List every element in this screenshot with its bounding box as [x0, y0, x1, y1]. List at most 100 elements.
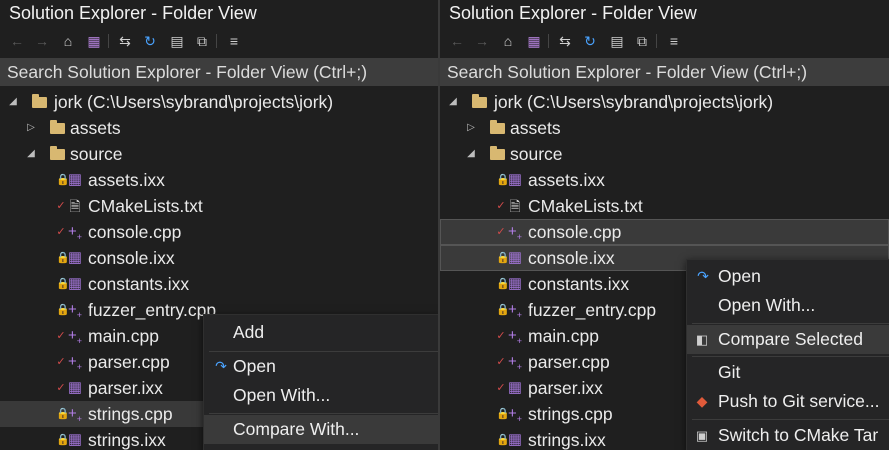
- search-input[interactable]: Search Solution Explorer - Folder View (…: [440, 58, 889, 86]
- lock-icon: 🔒: [496, 408, 510, 420]
- expanded-arrow-icon[interactable]: ◢: [465, 141, 477, 167]
- lock-icon: 🔒: [56, 278, 70, 290]
- toolbar-separator: [656, 34, 657, 48]
- tree-folder-source[interactable]: ◢ source: [0, 141, 438, 167]
- collapsed-arrow-icon[interactable]: ▷: [25, 115, 37, 141]
- menu-item-compare-with[interactable]: Compare With...: [204, 415, 438, 444]
- forward-icon[interactable]: →: [32, 31, 52, 51]
- folder-icon: [490, 120, 505, 134]
- check-icon: ✓: [496, 330, 506, 342]
- check-icon: ✓: [496, 356, 506, 368]
- menu-item-compare-selected[interactable]: ◧ Compare Selected: [687, 325, 889, 354]
- home-icon[interactable]: ⌂: [498, 31, 518, 51]
- menu-item-switch-cmake-target[interactable]: ▣ Switch to CMake Tar: [687, 421, 889, 450]
- folder-label: source: [510, 144, 563, 164]
- tree-root[interactable]: ◢ jork (C:\Users\sybrand\projects\jork): [0, 89, 438, 115]
- file-label: console.cpp: [528, 222, 622, 242]
- home-icon[interactable]: ⌂: [58, 31, 78, 51]
- lock-icon: 🔒: [496, 174, 510, 186]
- tree-file[interactable]: ✓ 🗎 CMakeLists.txt: [440, 193, 889, 219]
- sync-icon[interactable]: ⇆: [555, 31, 575, 51]
- open-icon: ↷: [215, 358, 227, 374]
- module-file-icon: ▦: [67, 431, 83, 448]
- vs-switch-view-icon[interactable]: ▦: [84, 31, 104, 51]
- lock-icon: 🔒: [496, 252, 510, 264]
- properties-icon[interactable]: ≡: [664, 31, 684, 51]
- copy-icon[interactable]: ⧉: [192, 31, 212, 51]
- menu-item-open-with[interactable]: Open With...: [204, 381, 438, 410]
- check-icon: ✓: [56, 330, 66, 342]
- compare-icon: ◧: [695, 332, 709, 347]
- panel-title: Solution Explorer - Folder View: [9, 3, 257, 23]
- tree-file[interactable]: ✓ 🗎 CMakeLists.txt: [0, 193, 438, 219]
- collapsed-arrow-icon[interactable]: ▷: [465, 115, 477, 141]
- tree-folder-assets[interactable]: ▷ assets: [0, 115, 438, 141]
- toolbar-separator: [548, 34, 549, 48]
- menu-item-git[interactable]: Git: [687, 358, 889, 387]
- context-menu: ↷ Open Open With... ◧ Compare Selected G…: [686, 259, 889, 450]
- module-file-icon: ▦: [507, 431, 523, 448]
- folder-icon: [50, 146, 65, 160]
- menu-item-label: Push to Git service...: [718, 391, 880, 411]
- toolbar: ← → ⌂ ▦ ⇆ ↻ ▤ ⧉ ≡: [440, 28, 889, 54]
- vs-switch-view-icon[interactable]: ▦: [524, 31, 544, 51]
- expanded-arrow-icon[interactable]: ◢: [7, 89, 19, 115]
- check-icon: ✓: [496, 200, 506, 212]
- menu-separator: [692, 323, 889, 324]
- menu-item-push-to-git-service[interactable]: ◆ Push to Git service...: [687, 387, 889, 416]
- search-input[interactable]: Search Solution Explorer - Folder View (…: [0, 58, 438, 86]
- menu-item-label: Compare Selected: [718, 329, 863, 349]
- git-push-icon: ◆: [696, 393, 708, 409]
- tree-file[interactable]: 🔒 ▦ constants.ixx: [0, 271, 438, 297]
- expanded-arrow-icon[interactable]: ◢: [447, 89, 459, 115]
- menu-item-add[interactable]: Add: [204, 318, 438, 347]
- text-file-icon: 🗎: [69, 198, 81, 214]
- module-file-icon: ▦: [67, 275, 83, 292]
- menu-item-open-with[interactable]: Open With...: [687, 291, 889, 320]
- lock-icon: 🔒: [56, 304, 70, 316]
- check-icon: ✓: [56, 200, 66, 212]
- collapse-all-icon[interactable]: ▤: [607, 31, 627, 51]
- menu-item-label: Add: [233, 322, 265, 342]
- forward-icon[interactable]: →: [472, 31, 492, 51]
- menu-item-label: Switch to CMake Tar: [718, 425, 879, 445]
- file-label: console.cpp: [88, 222, 182, 242]
- tree-folder-source[interactable]: ◢ source: [440, 141, 889, 167]
- tree-file[interactable]: ✓ ++ console.cpp: [0, 219, 438, 245]
- sync-icon[interactable]: ⇆: [115, 31, 135, 51]
- tree-folder-assets[interactable]: ▷ assets: [440, 115, 889, 141]
- refresh-icon[interactable]: ↻: [580, 31, 600, 51]
- folder-label: assets: [510, 118, 561, 138]
- file-label: CMakeLists.txt: [528, 196, 643, 216]
- tree-root[interactable]: ◢ jork (C:\Users\sybrand\projects\jork): [440, 89, 889, 115]
- lock-icon: 🔒: [496, 434, 510, 446]
- folder-icon: [32, 94, 47, 108]
- solution-explorer-left: Solution Explorer - Folder View ← → ⌂ ▦ …: [0, 0, 438, 450]
- menu-item-label: Git: [718, 362, 741, 382]
- tree-file[interactable]: 🔒 ▦ assets.ixx: [440, 167, 889, 193]
- menu-item-open[interactable]: ↷ Open: [687, 262, 889, 291]
- folder-icon: [472, 94, 487, 108]
- tree-file[interactable]: 🔒 ▦ assets.ixx: [0, 167, 438, 193]
- collapse-all-icon[interactable]: ▤: [167, 31, 187, 51]
- tree-file-selected[interactable]: ✓ ++ console.cpp: [440, 219, 889, 245]
- tree-root-label: jork (C:\Users\sybrand\projects\jork): [54, 92, 334, 112]
- panel-title: Solution Explorer - Folder View: [449, 3, 697, 23]
- file-label: assets.ixx: [528, 170, 605, 190]
- file-label: console.ixx: [528, 248, 615, 268]
- menu-item-open[interactable]: ↷ Open: [204, 352, 438, 381]
- expanded-arrow-icon[interactable]: ◢: [25, 141, 37, 167]
- properties-icon[interactable]: ≡: [224, 31, 244, 51]
- check-icon: ✓: [56, 382, 66, 394]
- lock-icon: 🔒: [56, 434, 70, 446]
- back-icon[interactable]: ←: [447, 31, 467, 51]
- copy-icon[interactable]: ⧉: [632, 31, 652, 51]
- refresh-icon[interactable]: ↻: [140, 31, 160, 51]
- menu-item-label: Compare With...: [233, 419, 360, 439]
- file-label: parser.ixx: [528, 378, 603, 398]
- file-label: main.cpp: [88, 326, 160, 346]
- back-icon[interactable]: ←: [7, 31, 27, 51]
- tree-file[interactable]: 🔒 ▦ console.ixx: [0, 245, 438, 271]
- tree-root-label: jork (C:\Users\sybrand\projects\jork): [494, 92, 774, 112]
- module-file-icon: ▦: [507, 275, 523, 292]
